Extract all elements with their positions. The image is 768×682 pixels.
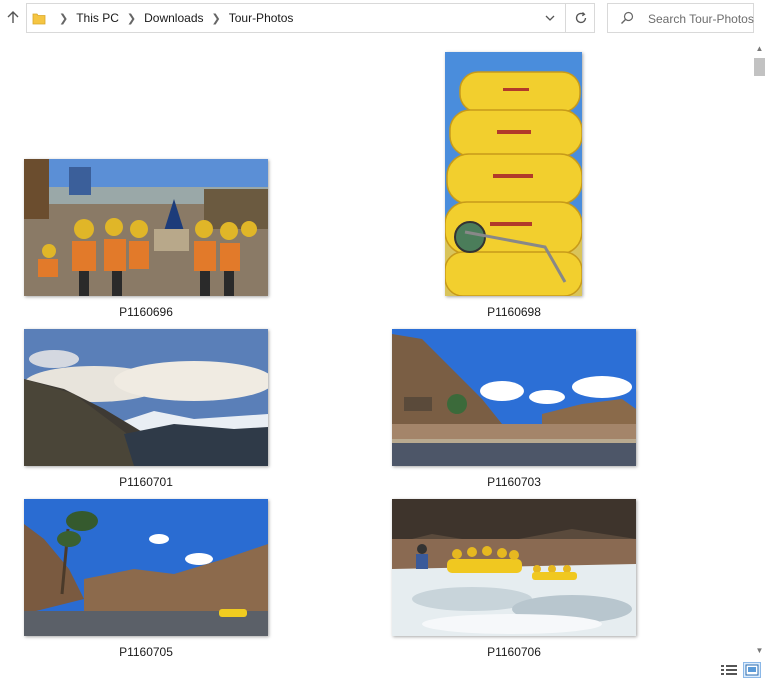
scroll-up-arrow-icon[interactable]: ▲ [751,40,768,56]
breadcrumb-this-pc[interactable]: This PC [76,11,119,25]
file-item[interactable]: P1160706 [392,499,636,664]
thumbnail-image [445,52,582,296]
file-name: P1160696 [119,305,173,319]
breadcrumb-downloads[interactable]: Downloads [144,11,203,25]
file-item[interactable]: P1160701 [24,329,268,494]
breadcrumb-tour-photos[interactable]: Tour-Photos [229,11,294,25]
chevron-right-icon[interactable]: ❯ [59,12,68,25]
thumbnail-image [24,159,268,296]
file-item[interactable]: P1160703 [392,329,636,494]
file-item[interactable]: P1160705 [24,499,268,664]
address-bar[interactable]: ❯ This PC ❯ Downloads ❯ Tour-Photos [26,3,595,33]
navigation-toolbar: ❯ This PC ❯ Downloads ❯ Tour-Photos Sear… [0,0,768,36]
up-arrow-icon[interactable] [4,8,22,26]
scroll-down-arrow-icon[interactable]: ▼ [751,642,768,658]
file-name: P1160698 [487,305,541,319]
file-item[interactable]: P1160698 [392,52,636,324]
chevron-right-icon[interactable]: ❯ [212,12,221,25]
search-placeholder: Search Tour-Photos [648,12,754,26]
search-input[interactable]: Search Tour-Photos [607,3,754,33]
chevron-right-icon[interactable]: ❯ [127,12,136,25]
thumbnail-image [24,499,268,636]
file-name: P1160705 [119,645,173,659]
thumbnail-image [392,499,636,636]
large-icons-view-icon[interactable] [743,662,761,678]
file-grid: P1160696 P1160698 P1160701 P1160703 P116… [0,37,768,659]
folder-icon [32,11,46,25]
thumbnail-image [24,329,268,466]
refresh-icon[interactable] [565,4,595,32]
thumbnail-image [392,329,636,466]
details-view-icon[interactable] [720,662,738,678]
search-icon [620,11,634,25]
vertical-scrollbar[interactable]: ▲ ▼ [751,40,768,658]
breadcrumb: ❯ This PC ❯ Downloads ❯ Tour-Photos [51,4,293,32]
scrollbar-thumb[interactable] [754,58,765,76]
file-name: P1160706 [487,645,541,659]
chevron-down-icon[interactable] [539,4,561,32]
status-bar [0,658,768,682]
file-item[interactable]: P1160696 [24,159,268,324]
file-name: P1160703 [487,475,541,489]
file-name: P1160701 [119,475,173,489]
